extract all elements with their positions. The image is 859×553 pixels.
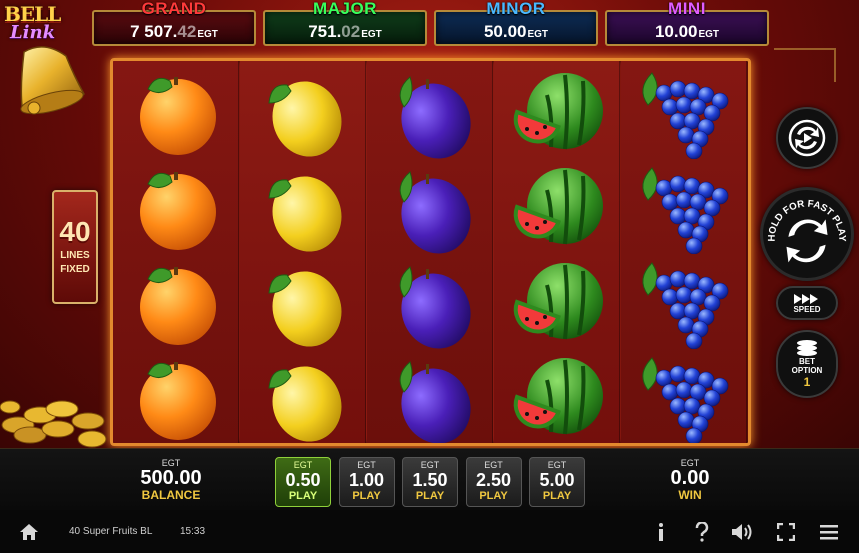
logo-link-text: Link	[10, 22, 56, 43]
bet-play-label: PLAY	[415, 490, 445, 502]
gold-coins-icon	[0, 400, 107, 448]
watermelon-icon	[507, 352, 607, 443]
lemon-icon	[253, 67, 353, 159]
status-bar: 40 Super Fruits BL 15:33	[0, 510, 859, 553]
bell-icon	[20, 46, 85, 115]
bet-option-button[interactable]: BET OPTION 1	[776, 330, 838, 398]
bet-option-value: 1	[803, 375, 811, 389]
fullscreen-icon[interactable]	[771, 510, 801, 553]
fixed-label: FIXED	[60, 264, 90, 275]
lemon-icon	[253, 257, 353, 349]
plum-icon	[380, 257, 480, 349]
jackpot-major: MAJOR 751.02EGT	[263, 0, 427, 46]
bet-play-label: PLAY	[352, 490, 381, 502]
fast-forward-icon	[794, 293, 818, 304]
jackpot-grand-value: 7 507.42EGT	[130, 22, 218, 41]
reel-5	[621, 61, 747, 443]
jackpot-minor-title: MINOR	[486, 0, 546, 18]
bet-currency: EGT	[357, 460, 376, 470]
lemon-icon	[253, 162, 353, 254]
reel-3	[367, 61, 493, 443]
jackpot-grand-title: GRAND	[141, 0, 207, 18]
grapes-icon	[634, 257, 734, 350]
game-stage: BELL Link GRAND 7 507.42EGT MAJOR 751.02…	[0, 0, 859, 448]
win-label: WIN	[678, 488, 702, 502]
speed-button[interactable]: SPEED	[776, 286, 838, 320]
balance-display: EGT 500.00 BALANCE	[121, 458, 221, 502]
grapes-icon	[634, 67, 734, 160]
reel-area[interactable]	[110, 58, 751, 446]
bet-value: 1.50	[412, 470, 448, 490]
reel-4	[494, 61, 620, 443]
frame-corner-decoration	[774, 48, 836, 82]
sound-icon[interactable]	[727, 510, 757, 553]
bet-currency: EGT	[484, 460, 503, 470]
game-name: 40 Super Fruits BL	[69, 526, 153, 537]
jackpot-mini-value: 10.00EGT	[654, 22, 720, 41]
jackpot-minor-value: 50.00EGT	[483, 22, 549, 41]
lines-label: LINES	[60, 250, 90, 261]
watermelon-icon	[507, 257, 607, 349]
jackpot-mini-title: MINI	[668, 0, 706, 18]
bet-currency: EGT	[293, 460, 313, 470]
bet-button-2[interactable]: EGT 1.00 PLAY	[338, 457, 395, 507]
spin-button[interactable]: HOLD FOR FAST PLAY	[760, 187, 854, 281]
reel-1	[113, 61, 239, 443]
reel-2	[240, 61, 366, 443]
autoplay-icon	[788, 119, 826, 157]
jackpot-grand: GRAND 7 507.42EGT	[92, 0, 256, 46]
orange-icon	[126, 67, 226, 159]
lines-fixed-badge: 40 LINES FIXED	[52, 190, 98, 304]
jackpot-mini: MINI 10.00EGT	[605, 0, 769, 46]
speed-label: SPEED	[793, 304, 821, 314]
spin-icon: HOLD FOR FAST PLAY	[767, 199, 847, 263]
bet-option-label-2: OPTION	[791, 366, 823, 375]
lemon-icon	[253, 352, 353, 443]
bet-button-1[interactable]: EGT 0.50 PLAY	[275, 457, 331, 507]
bet-button-4[interactable]: EGT 2.50 PLAY	[465, 457, 522, 507]
bet-option-label-1: BET	[799, 357, 815, 366]
bet-play-label: PLAY	[542, 490, 572, 502]
lines-count: 40	[59, 216, 91, 247]
info-icon[interactable]	[646, 510, 676, 553]
balance-value: 500.00	[140, 467, 202, 489]
watermelon-icon	[507, 67, 607, 159]
bet-play-label: PLAY	[479, 490, 508, 502]
bet-value: 5.00	[539, 470, 575, 490]
bet-play-label: PLAY	[288, 490, 318, 502]
bet-button-3[interactable]: EGT 1.50 PLAY	[402, 457, 458, 507]
jackpot-major-title: MAJOR	[313, 0, 377, 18]
bet-value: 2.50	[475, 470, 512, 490]
jackpot-minor: MINOR 50.00EGT	[434, 0, 598, 46]
autoplay-button[interactable]	[776, 107, 838, 169]
jackpot-major-value: 751.02EGT	[308, 22, 382, 41]
bet-value: 1.00	[348, 470, 385, 490]
home-icon[interactable]	[14, 510, 44, 553]
coin-stack-icon	[797, 340, 817, 356]
jackpot-bar: GRAND 7 507.42EGT MAJOR 751.02EGT MINOR …	[92, 0, 772, 48]
bet-panel: EGT 500.00 BALANCE EGT 0.50 PLAY EGT 1.00…	[0, 448, 859, 510]
clock: 15:33	[180, 526, 206, 537]
balance-label: BALANCE	[141, 488, 201, 502]
plum-icon	[380, 352, 480, 443]
menu-icon[interactable]	[814, 510, 844, 553]
bet-button-5[interactable]: EGT 5.00 PLAY	[529, 457, 585, 507]
bet-currency: EGT	[420, 460, 440, 470]
grapes-icon	[634, 352, 734, 443]
win-value: 0.00	[670, 467, 710, 489]
win-display: EGT 0.00 WIN	[640, 458, 740, 502]
plum-icon	[380, 67, 480, 159]
grapes-icon	[634, 162, 734, 255]
bet-value: 0.50	[285, 470, 321, 490]
help-icon[interactable]	[687, 510, 717, 553]
orange-icon	[126, 257, 226, 349]
orange-icon	[126, 352, 226, 443]
plum-icon	[380, 162, 480, 254]
bet-currency: EGT	[547, 460, 567, 470]
watermelon-icon	[507, 162, 607, 254]
orange-icon	[126, 162, 226, 254]
